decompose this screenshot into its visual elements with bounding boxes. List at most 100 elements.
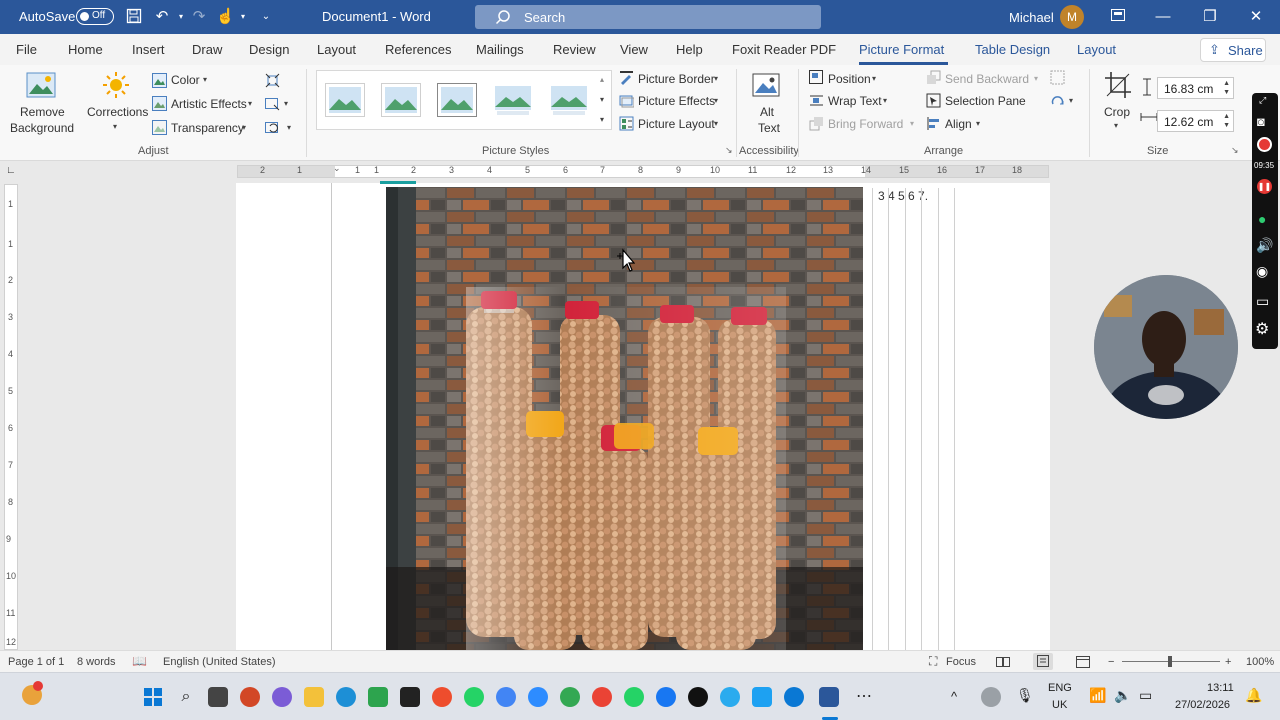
picture-border-button[interactable]: Picture Border: [638, 72, 715, 86]
zoom-icon[interactable]: [528, 687, 548, 707]
tab-selector-icon[interactable]: ∟: [6, 165, 16, 176]
crop-dropdown-icon[interactable]: ▾: [1114, 121, 1118, 130]
share-button[interactable]: ⇪ Share: [1200, 38, 1266, 62]
web-layout-icon[interactable]: [1076, 656, 1090, 671]
redo-icon[interactable]: ↷: [190, 8, 208, 26]
store-icon[interactable]: [368, 687, 388, 707]
rotate-dropdown-icon[interactable]: ▾: [1069, 96, 1073, 105]
microphone-icon[interactable]: ●: [1258, 211, 1266, 227]
chrome-icon[interactable]: [496, 687, 516, 707]
page-count[interactable]: Page 1 of 1: [8, 656, 64, 668]
remove-background-icon[interactable]: [26, 72, 56, 101]
save-icon[interactable]: [125, 8, 143, 26]
tab-draw[interactable]: Draw: [192, 42, 222, 57]
vertical-ruler[interactable]: 1 1 2 3 4 5 6 7 8 9 10 11 12: [4, 184, 18, 650]
selection-handle[interactable]: [380, 181, 416, 184]
edge-icon[interactable]: [336, 687, 356, 707]
restore-icon[interactable]: ❐: [1199, 6, 1221, 28]
task-view-icon[interactable]: [208, 687, 228, 707]
tray-microphone-icon[interactable]: 🎙: [1016, 687, 1034, 704]
proofing-icon[interactable]: 📖: [132, 654, 147, 668]
chrome-profile-2-icon[interactable]: [592, 687, 612, 707]
recorder-expand-icon[interactable]: ⤢: [1259, 95, 1266, 106]
close-icon[interactable]: ✕: [1245, 6, 1267, 28]
gallery-more-icon[interactable]: ▾: [600, 115, 604, 124]
gallery-scroll-up-icon[interactable]: ▴: [600, 75, 604, 84]
size-launcher-icon[interactable]: ↘: [1231, 145, 1239, 156]
read-mode-icon[interactable]: [996, 656, 1010, 671]
tab-table-layout[interactable]: Layout: [1077, 42, 1116, 57]
more-apps-icon[interactable]: ⋯: [854, 687, 874, 707]
word-taskbar-icon[interactable]: [819, 687, 839, 707]
clock-date[interactable]: 27/02/2026: [1175, 699, 1230, 711]
picture-style-1[interactable]: [325, 83, 365, 117]
wifi-icon[interactable]: 📶: [1089, 687, 1106, 704]
touch-dropdown-icon[interactable]: ▾: [234, 8, 252, 26]
zoom-slider-thumb[interactable]: [1168, 656, 1172, 667]
tab-insert[interactable]: Insert: [132, 42, 165, 57]
group-objects-icon[interactable]: [1050, 70, 1065, 85]
corrections-icon[interactable]: [102, 71, 130, 102]
width-stepper-icon[interactable]: ▲ ▼: [1223, 112, 1230, 130]
indent-marker-icon[interactable]: ⌄: [333, 163, 341, 174]
picture-effects-dropdown-icon[interactable]: ▾: [714, 96, 718, 105]
compress-pictures-icon[interactable]: [265, 73, 280, 88]
reset-picture-icon[interactable]: [265, 120, 280, 135]
reset-picture-dropdown-icon[interactable]: ▾: [287, 123, 291, 132]
customize-qat-icon[interactable]: ⌄: [257, 8, 275, 26]
battery-icon[interactable]: ▭: [1139, 687, 1152, 704]
app-icon-1[interactable]: [432, 687, 452, 707]
tab-help[interactable]: Help: [676, 42, 703, 57]
corrections-dropdown-icon[interactable]: ▾: [113, 122, 117, 131]
picture-styles-launcher-icon[interactable]: ↘: [725, 145, 733, 156]
gallery-scroll-down-icon[interactable]: ▾: [600, 95, 604, 104]
color-dropdown-icon[interactable]: ▾: [203, 75, 207, 84]
tab-review[interactable]: Review: [553, 42, 596, 57]
autosave-toggle[interactable]: Off: [76, 8, 114, 25]
tray-overflow-icon[interactable]: ^: [951, 689, 957, 704]
zoom-out-icon[interactable]: −: [1108, 656, 1114, 668]
avatar[interactable]: M: [1060, 5, 1084, 29]
tiktok-icon[interactable]: [688, 687, 708, 707]
undo-icon[interactable]: ↶: [153, 8, 171, 26]
alt-text-label-2[interactable]: Text: [758, 121, 780, 135]
touch-mode-icon[interactable]: ☝: [216, 8, 235, 26]
crop-icon[interactable]: [1104, 71, 1132, 102]
artistic-dropdown-icon[interactable]: ▾: [248, 99, 252, 108]
transparency-button[interactable]: Transparency: [171, 121, 244, 135]
pause-icon[interactable]: ❚❚: [1257, 179, 1272, 194]
color-button[interactable]: Color: [171, 73, 200, 87]
tab-mailings[interactable]: Mailings: [476, 42, 524, 57]
tab-picture-format[interactable]: Picture Format: [859, 42, 944, 57]
tab-layout[interactable]: Layout: [317, 42, 356, 57]
telegram-icon[interactable]: [720, 687, 740, 707]
tab-table-design[interactable]: Table Design: [975, 42, 1050, 57]
wrap-text-dropdown-icon[interactable]: ▾: [883, 96, 887, 105]
language-status[interactable]: English (United States): [163, 656, 276, 668]
tab-design[interactable]: Design: [249, 42, 289, 57]
focus-button[interactable]: Focus: [946, 656, 976, 668]
send-backward-dropdown-icon[interactable]: ▾: [1034, 74, 1038, 83]
selection-pane-button[interactable]: Selection Pane: [945, 94, 1026, 108]
ribbon-display-icon[interactable]: [1107, 6, 1129, 28]
remove-background-label-1[interactable]: Remove: [20, 105, 65, 119]
transparency-dropdown-icon[interactable]: ▾: [242, 123, 246, 132]
clock-time[interactable]: 13:11: [1207, 682, 1234, 694]
change-picture-dropdown-icon[interactable]: ▾: [284, 99, 288, 108]
whatsapp-icon[interactable]: [464, 687, 484, 707]
user-name[interactable]: Michael: [1009, 10, 1054, 25]
facebook-icon[interactable]: [656, 687, 676, 707]
screen-region-icon[interactable]: ▭: [1256, 293, 1269, 310]
picture-layout-dropdown-icon[interactable]: ▾: [714, 119, 718, 128]
zoom-in-icon[interactable]: +: [1225, 656, 1231, 668]
remove-background-label-2[interactable]: Background: [10, 121, 74, 135]
crop-label[interactable]: Crop: [1104, 105, 1130, 119]
tab-references[interactable]: References: [385, 42, 451, 57]
change-picture-icon[interactable]: [265, 96, 280, 111]
start-icon[interactable]: [143, 687, 163, 707]
alt-text-label-1[interactable]: Alt: [760, 105, 774, 119]
notifications-icon[interactable]: 🔔: [1245, 687, 1262, 704]
settings-icon[interactable]: ⚙: [1255, 319, 1269, 339]
position-dropdown-icon[interactable]: ▾: [872, 74, 876, 83]
camera-icon[interactable]: ◙: [1257, 114, 1265, 129]
